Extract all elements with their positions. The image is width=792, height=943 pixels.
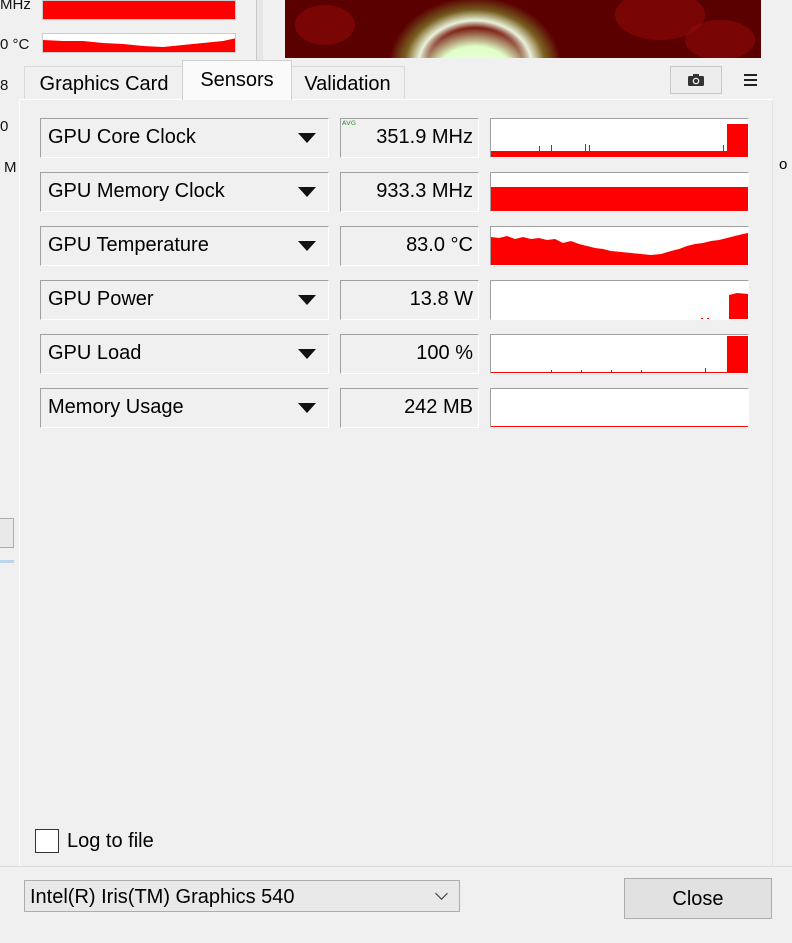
sensor-value: 100 % xyxy=(416,342,473,364)
tab-validation[interactable]: Validation xyxy=(290,66,405,98)
sensor-value: 351.9 MHz xyxy=(376,126,473,148)
sensor-value: 933.3 MHz xyxy=(376,180,473,202)
panel-top-border xyxy=(19,99,773,100)
sensor-graph xyxy=(490,388,749,428)
sensor-name-label: GPU Memory Clock xyxy=(48,180,225,202)
bg-clock-unit: MHz xyxy=(0,0,31,13)
sensor-value-box[interactable]: AVG 351.9 MHz xyxy=(340,118,479,158)
screenshot-button[interactable] xyxy=(670,66,722,94)
bg-field-2: 0 xyxy=(0,118,9,135)
gpu-selector-dropdown[interactable]: Intel(R) Iris(TM) Graphics 540 xyxy=(24,880,460,912)
sensor-selector[interactable]: GPU Memory Clock xyxy=(40,172,329,212)
sensor-name-label: GPU Core Clock xyxy=(48,126,196,148)
sensor-value-box[interactable]: 242 MB xyxy=(340,388,479,428)
bg-dropdown xyxy=(0,518,14,548)
tab-graphics-card[interactable]: Graphics Card xyxy=(24,66,184,98)
dropdown-arrow-icon xyxy=(298,133,316,143)
sensor-graph xyxy=(490,172,749,212)
background-artwork xyxy=(285,0,761,58)
sensor-selector[interactable]: GPU Power xyxy=(40,280,329,320)
sensor-row-gpu-load: GPU Load 100 % xyxy=(40,334,750,374)
tab-label: Sensors xyxy=(200,69,274,91)
sensor-value-box[interactable]: 13.8 W xyxy=(340,280,479,320)
dropdown-arrow-icon xyxy=(298,241,316,251)
bg-temp-graph xyxy=(42,33,236,53)
dropdown-arrow-icon xyxy=(298,295,316,305)
sensors-panel xyxy=(19,99,773,867)
camera-icon xyxy=(688,74,704,86)
sensor-selector[interactable]: GPU Core Clock xyxy=(40,118,329,158)
bg-field-3: M xyxy=(4,159,17,176)
sensor-selector[interactable]: Memory Usage xyxy=(40,388,329,428)
sensor-graph xyxy=(490,280,749,320)
bg-right-text: o xyxy=(779,156,788,173)
sensor-value-box[interactable]: 933.3 MHz xyxy=(340,172,479,212)
sensor-name-label: Memory Usage xyxy=(48,396,184,418)
bg-clock-graph xyxy=(42,0,236,20)
sensor-value: 13.8 W xyxy=(409,288,473,310)
sensor-value: 242 MB xyxy=(404,396,473,418)
avg-badge: AVG xyxy=(342,119,357,127)
sensor-selector[interactable]: GPU Temperature xyxy=(40,226,329,266)
sensor-row-gpu-memory-clock: GPU Memory Clock 933.3 MHz xyxy=(40,172,750,212)
sensor-row-gpu-temperature: GPU Temperature 83.0 °C xyxy=(40,226,750,266)
log-to-file-checkbox[interactable] xyxy=(35,829,59,853)
sensor-value: 83.0 °C xyxy=(406,234,473,256)
log-to-file-label[interactable]: Log to file xyxy=(67,830,154,853)
bg-temp-unit: 0 °C xyxy=(0,36,30,53)
sensor-value-box[interactable]: 100 % xyxy=(340,334,479,374)
menu-button[interactable] xyxy=(736,66,764,94)
bottom-divider xyxy=(0,866,792,867)
hamburger-menu-icon xyxy=(736,66,764,86)
sensor-name-label: GPU Power xyxy=(48,288,154,310)
sensor-graph xyxy=(490,334,749,374)
sensor-value-box[interactable]: 83.0 °C xyxy=(340,226,479,266)
chevron-down-icon xyxy=(435,887,448,900)
dropdown-arrow-icon xyxy=(298,403,316,413)
bg-divider xyxy=(0,560,14,563)
dropdown-arrow-icon xyxy=(298,187,316,197)
gpu-selector-value: Intel(R) Iris(TM) Graphics 540 xyxy=(30,886,295,908)
tab-label: Graphics Card xyxy=(39,73,169,95)
sensor-name-label: GPU Load xyxy=(48,342,142,364)
tab-sensors[interactable]: Sensors xyxy=(182,60,292,100)
sensor-graph xyxy=(490,118,749,158)
sensor-graph xyxy=(490,226,749,266)
dropdown-arrow-icon xyxy=(298,349,316,359)
sensor-name-label: GPU Temperature xyxy=(48,234,209,256)
tab-label: Validation xyxy=(304,73,391,95)
sensor-row-gpu-core-clock: GPU Core Clock AVG 351.9 MHz xyxy=(40,118,750,158)
sensor-selector[interactable]: GPU Load xyxy=(40,334,329,374)
tab-bar: Graphics Card Sensors Validation xyxy=(0,58,792,100)
sensor-row-gpu-power: GPU Power 13.8 W xyxy=(40,280,750,320)
close-button[interactable]: Close xyxy=(624,878,772,919)
sensor-row-memory-usage: Memory Usage 242 MB xyxy=(40,388,750,428)
